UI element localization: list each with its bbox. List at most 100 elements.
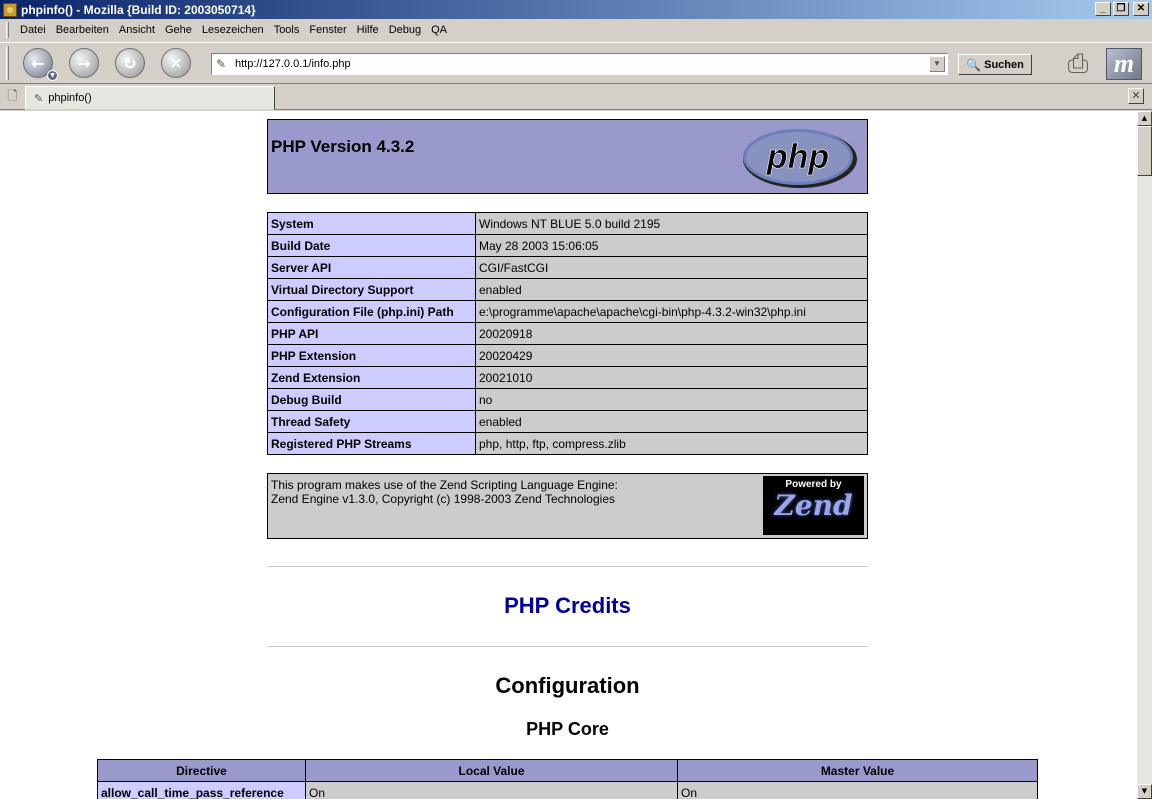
stop-button[interactable]: ✕ [161,48,191,78]
header-directive: Directive [97,759,306,782]
mozilla-app-icon [3,2,17,17]
table-row: Build Date May 28 2003 15:06:05 [267,234,868,257]
row-value: no [475,388,868,411]
tab-phpinfo[interactable]: ✎ phpinfo() [25,86,275,110]
php-credits-link[interactable]: PHP Credits [267,593,868,619]
local-value: On [305,781,678,799]
menu-gehe[interactable]: Gehe [160,24,197,36]
directive-name: allow_call_time_pass_reference [97,781,306,799]
row-value: enabled [475,278,868,301]
row-key: Thread Safety [267,410,476,433]
tab-bar: 🗋 ✎ phpinfo() ✕ [0,85,1152,110]
maximize-button[interactable]: ❐ [1113,2,1129,16]
row-key: Debug Build [267,388,476,411]
menu-lesezeichen[interactable]: Lesezeichen [197,24,269,36]
back-dropdown-icon[interactable]: ▼ [47,70,58,81]
tab-label: phpinfo() [48,92,92,104]
directive-table: Directive Local Value Master Value allow… [97,759,1038,799]
menu-grip[interactable] [6,22,9,38]
zend-engine-text: This program makes use of the Zend Scrip… [271,478,618,506]
mozilla-throbber-icon[interactable]: m [1106,48,1142,80]
vertical-scrollbar[interactable]: ▲ ▼ [1137,111,1152,799]
svg-text:php: php [766,138,829,176]
configuration-heading: Configuration [495,673,640,698]
toolbar-grip[interactable] [6,46,9,80]
url-dropdown-icon[interactable]: ▼ [929,56,945,72]
title-bar: phpinfo() - Mozilla {Build ID: 200305071… [0,0,1152,19]
table-row: PHP Extension 20020429 [267,344,868,367]
row-key: Virtual Directory Support [267,278,476,301]
menu-fenster[interactable]: Fenster [304,24,351,36]
window-title: phpinfo() - Mozilla {Build ID: 200305071… [21,2,256,17]
page-content: PHP Version 4.3.2 php System Windows NT B… [0,111,1137,799]
zend-line-1: This program makes use of the Zend Scrip… [271,478,618,492]
row-key: PHP API [267,322,476,345]
table-row: Debug Build no [267,388,868,411]
header-local-value: Local Value [305,759,678,782]
row-key: Configuration File (php.ini) Path [267,300,476,323]
menu-ansicht[interactable]: Ansicht [114,24,160,36]
row-value: e:\programme\apache\apache\cgi-bin\php-4… [475,300,868,323]
row-key: Registered PHP Streams [267,432,476,455]
table-row: Registered PHP Streams php, http, ftp, co… [267,432,868,455]
php-logo-icon[interactable]: php [742,126,858,189]
table-row: System Windows NT BLUE 5.0 build 2195 [267,212,868,235]
row-key: PHP Extension [267,344,476,367]
url-input[interactable]: ✎ http://127.0.0.1/info.php ▼ [211,53,948,75]
menu-hilfe[interactable]: Hilfe [352,24,384,36]
menu-bearbeiten[interactable]: Bearbeiten [51,24,114,36]
menu-tools[interactable]: Tools [269,24,305,36]
row-value: Windows NT BLUE 5.0 build 2195 [475,212,868,235]
new-tab-icon[interactable]: 🗋 [3,87,22,106]
table-row: PHP API 20020918 [267,322,868,345]
table-row: Configuration File (php.ini) Path e:\prog… [267,300,868,323]
row-key: Zend Extension [267,366,476,389]
row-value: 20020918 [475,322,868,345]
search-button-label: Suchen [984,58,1024,71]
reload-icon: ↻ [123,53,137,73]
table-row: Server API CGI/FastCGI [267,256,868,279]
table-row: allow_call_time_pass_reference On On [97,781,1038,799]
menu-qa[interactable]: QA [426,24,452,36]
close-tab-button[interactable]: ✕ [1128,88,1144,104]
window-controls: _ ❐ ✕ [1093,2,1149,16]
scroll-up-icon[interactable]: ▲ [1137,111,1152,126]
divider [267,646,868,647]
table-row: Thread Safety enabled [267,410,868,433]
php-version: PHP Version 4.3.2 [271,137,415,156]
menu-datei[interactable]: Datei [15,24,51,36]
row-key: Server API [267,256,476,279]
close-button[interactable]: ✕ [1133,2,1149,16]
reload-button[interactable]: ↻ [115,48,145,78]
print-icon[interactable]: ⎙ [1058,47,1098,81]
row-value: 20021010 [475,366,868,389]
php-header-block: PHP Version 4.3.2 php [267,119,868,194]
url-text[interactable]: http://127.0.0.1/info.php [235,58,351,70]
scroll-thumb[interactable] [1137,126,1152,176]
row-value: 20020429 [475,344,868,367]
scroll-down-icon[interactable]: ▼ [1137,784,1152,799]
minimize-button[interactable]: _ [1095,2,1111,16]
forward-button[interactable]: → [69,48,99,78]
row-value: CGI/FastCGI [475,256,868,279]
tab-page-icon: ✎ [34,92,44,105]
row-key: System [267,212,476,235]
zend-line-2: Zend Engine v1.3.0, Copyright (c) 1998-2… [271,492,615,506]
navigation-toolbar: ← ▼ → ↻ ✕ ✎ http://127.0.0.1/info.php ▼ … [0,42,1152,84]
divider [267,566,868,567]
table-row: Zend Extension 20021010 [267,366,868,389]
row-key: Build Date [267,234,476,257]
table-row: Virtual Directory Support enabled [267,278,868,301]
zend-logo-icon[interactable]: Powered by Zend [763,476,864,535]
search-button[interactable]: 🔍 Suchen [958,54,1032,75]
page-icon: ✎ [216,56,227,71]
menu-bar: Datei Bearbeiten Ansicht Gehe Lesezeiche… [0,19,1152,41]
stop-icon: ✕ [169,53,183,73]
master-value: On [677,781,1038,799]
php-core-heading: PHP Core [526,719,609,739]
menu-debug[interactable]: Debug [384,24,426,36]
back-button[interactable]: ← ▼ [23,48,58,81]
row-value: May 28 2003 15:06:05 [475,234,868,257]
back-arrow-icon: ← [31,53,45,73]
zend-engine-block: This program makes use of the Zend Scrip… [267,473,868,539]
